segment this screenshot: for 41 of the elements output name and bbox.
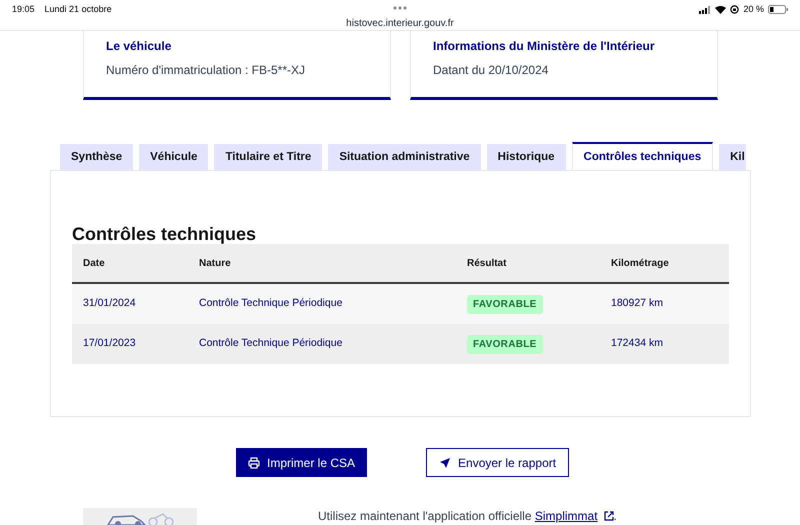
- promo-suffix: .: [614, 508, 617, 525]
- column-header: Date: [83, 258, 105, 268]
- result-badge: FAVORABLE: [467, 294, 543, 314]
- column-header: Nature: [199, 258, 231, 268]
- signal-icon: [699, 6, 712, 14]
- card-title: Informations du Ministère de l'Intérieur: [433, 38, 656, 54]
- battery-percent: 20 %: [743, 3, 764, 16]
- tab[interactable]: Historique: [486, 144, 566, 171]
- result-badge: FAVORABLE: [467, 334, 543, 354]
- table-cell: Contrôle Technique Périodique: [199, 337, 342, 350]
- address-bar[interactable]: histovec.interieur.gouv.fr: [346, 18, 454, 28]
- lock-rotation-icon: [730, 5, 740, 14]
- battery-icon: [768, 5, 788, 14]
- external-link-icon: [604, 511, 614, 521]
- table-cell: 17/01/2023: [83, 337, 136, 350]
- table-cell: Contrôle Technique Périodique: [199, 297, 342, 310]
- section-title: Contrôles techniques: [72, 223, 256, 246]
- column-header: Résultat: [467, 258, 506, 268]
- print-button[interactable]: Imprimer le CSA: [236, 448, 368, 477]
- more-icon[interactable]: [393, 6, 407, 10]
- status-time: 19:05: [12, 3, 35, 16]
- status-date: Lundi 21 octobre: [44, 3, 112, 16]
- send-button[interactable]: Envoyer le rapport: [426, 448, 570, 477]
- table-cell: 172434 km: [611, 337, 663, 350]
- card-text: Numéro d'immatriculation : FB-5**-XJ: [106, 62, 306, 79]
- promo-text: Utilisez maintenant l'application officielle: [318, 508, 532, 525]
- simplimmat-link[interactable]: Simplimmat: [534, 507, 614, 525]
- table-cell: 180927 km: [611, 297, 663, 310]
- card-text: Datant du 20/10/2024: [433, 62, 550, 79]
- tab[interactable]: Situation administrative: [328, 144, 481, 171]
- wifi-icon: [715, 6, 726, 14]
- column-header: Kilométrage: [611, 258, 669, 268]
- table-cell: 31/01/2024: [83, 297, 136, 310]
- tab[interactable]: Kil: [719, 144, 746, 171]
- send-icon: [439, 456, 452, 468]
- tab[interactable]: Titulaire et Titre: [214, 144, 322, 171]
- card-title: Le véhicule: [106, 38, 172, 54]
- tab[interactable]: Véhicule: [139, 144, 208, 171]
- printer-icon: [248, 456, 260, 468]
- tab[interactable]: Synthèse: [60, 144, 134, 171]
- tab[interactable]: Contrôles techniques: [572, 142, 714, 171]
